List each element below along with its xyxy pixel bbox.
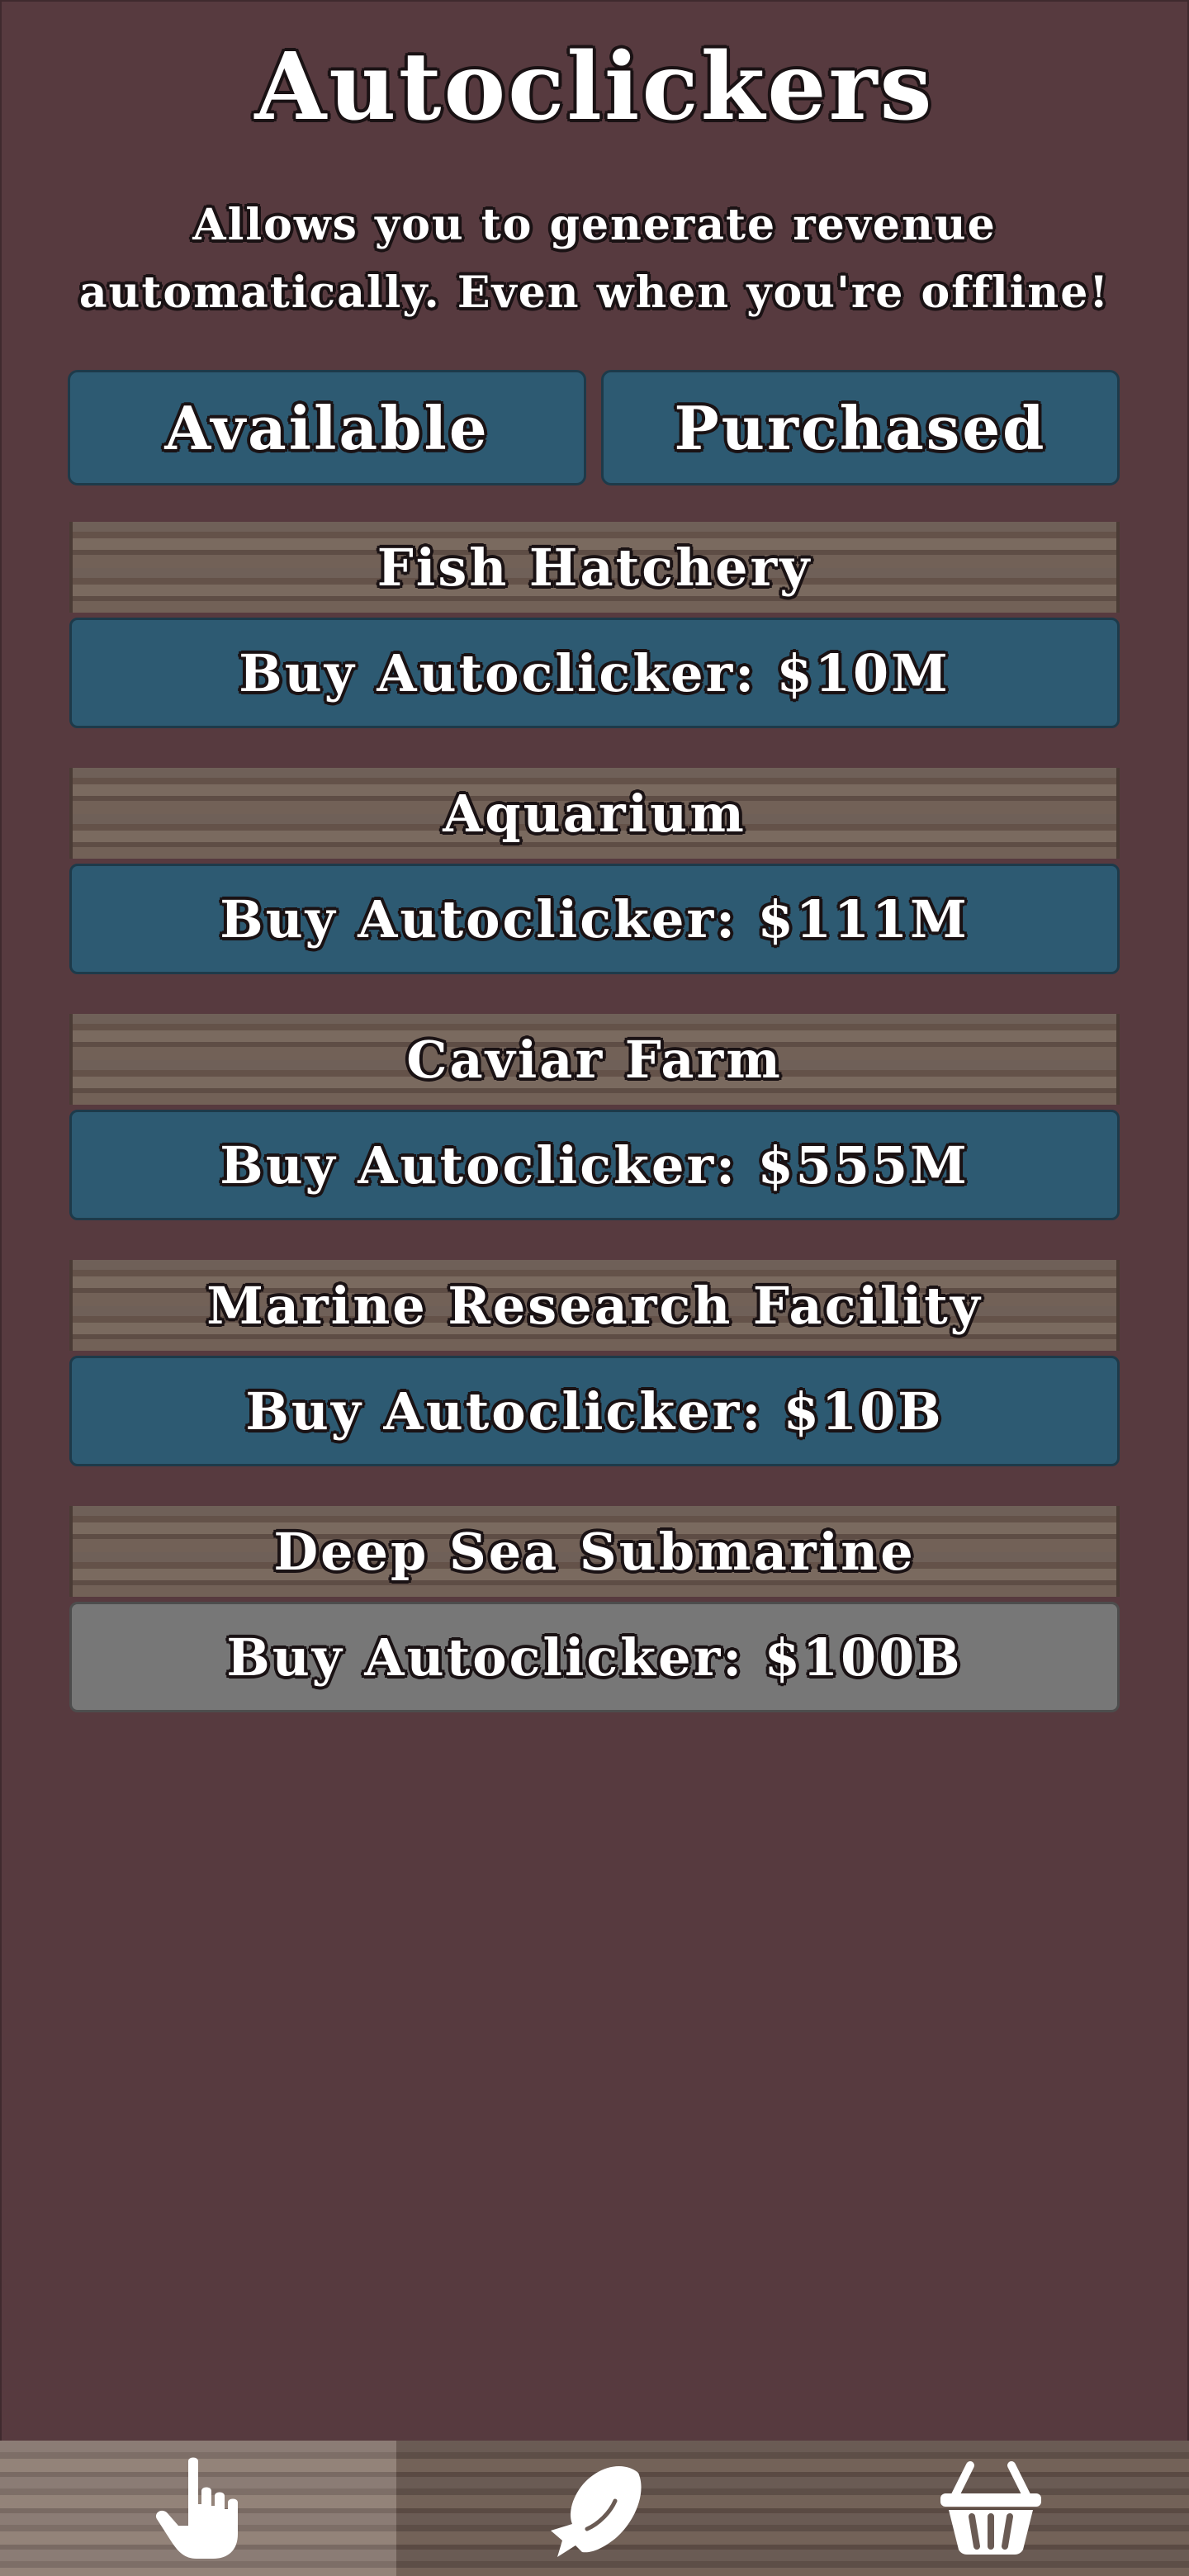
item-name-plank: Aquarium	[69, 768, 1120, 859]
nav-autoclickers[interactable]	[0, 2441, 396, 2576]
bottom-nav	[0, 2441, 1189, 2576]
buy-autoclicker-button-disabled[interactable]: Buy Autoclicker: $100B	[69, 1602, 1120, 1712]
page-description: Allows you to generate revenue automatic…	[78, 200, 1111, 318]
list-item: Deep Sea Submarine Buy Autoclicker: $100…	[69, 1506, 1120, 1752]
buy-autoclicker-button[interactable]: Buy Autoclicker: $555M	[69, 1110, 1120, 1220]
item-name: Aquarium	[443, 783, 746, 844]
page-title: Autoclickers	[254, 33, 935, 141]
basket-icon	[940, 2461, 1041, 2555]
list-item: Caviar Farm Buy Autoclicker: $555M	[69, 1014, 1120, 1260]
tab-available[interactable]: Available	[68, 370, 586, 485]
item-name: Deep Sea Submarine	[273, 1521, 916, 1582]
item-name-plank: Deep Sea Submarine	[69, 1506, 1120, 1597]
buy-autoclicker-button[interactable]: Buy Autoclicker: $10M	[69, 618, 1120, 728]
item-name-plank: Marine Research Facility	[69, 1260, 1120, 1351]
buy-autoclicker-button[interactable]: Buy Autoclicker: $111M	[69, 864, 1120, 974]
list-item: Aquarium Buy Autoclicker: $111M	[69, 768, 1120, 1014]
list-item: Fish Hatchery Buy Autoclicker: $10M	[69, 522, 1120, 768]
fish-icon	[551, 2465, 642, 2557]
item-name-plank: Caviar Farm	[69, 1014, 1120, 1105]
autoclicker-list: Fish Hatchery Buy Autoclicker: $10M Aqua…	[69, 522, 1120, 1752]
buy-autoclicker-button[interactable]: Buy Autoclicker: $10B	[69, 1356, 1120, 1466]
tab-purchased[interactable]: Purchased	[601, 370, 1120, 485]
nav-fish[interactable]	[396, 2441, 793, 2576]
nav-shop[interactable]	[793, 2441, 1189, 2576]
item-name: Caviar Farm	[406, 1029, 783, 1090]
item-name-plank: Fish Hatchery	[69, 522, 1120, 613]
hand-pointer-icon	[155, 2457, 238, 2559]
list-item: Marine Research Facility Buy Autoclicker…	[69, 1260, 1120, 1506]
item-name: Marine Research Facility	[206, 1275, 983, 1336]
item-name: Fish Hatchery	[377, 537, 812, 598]
